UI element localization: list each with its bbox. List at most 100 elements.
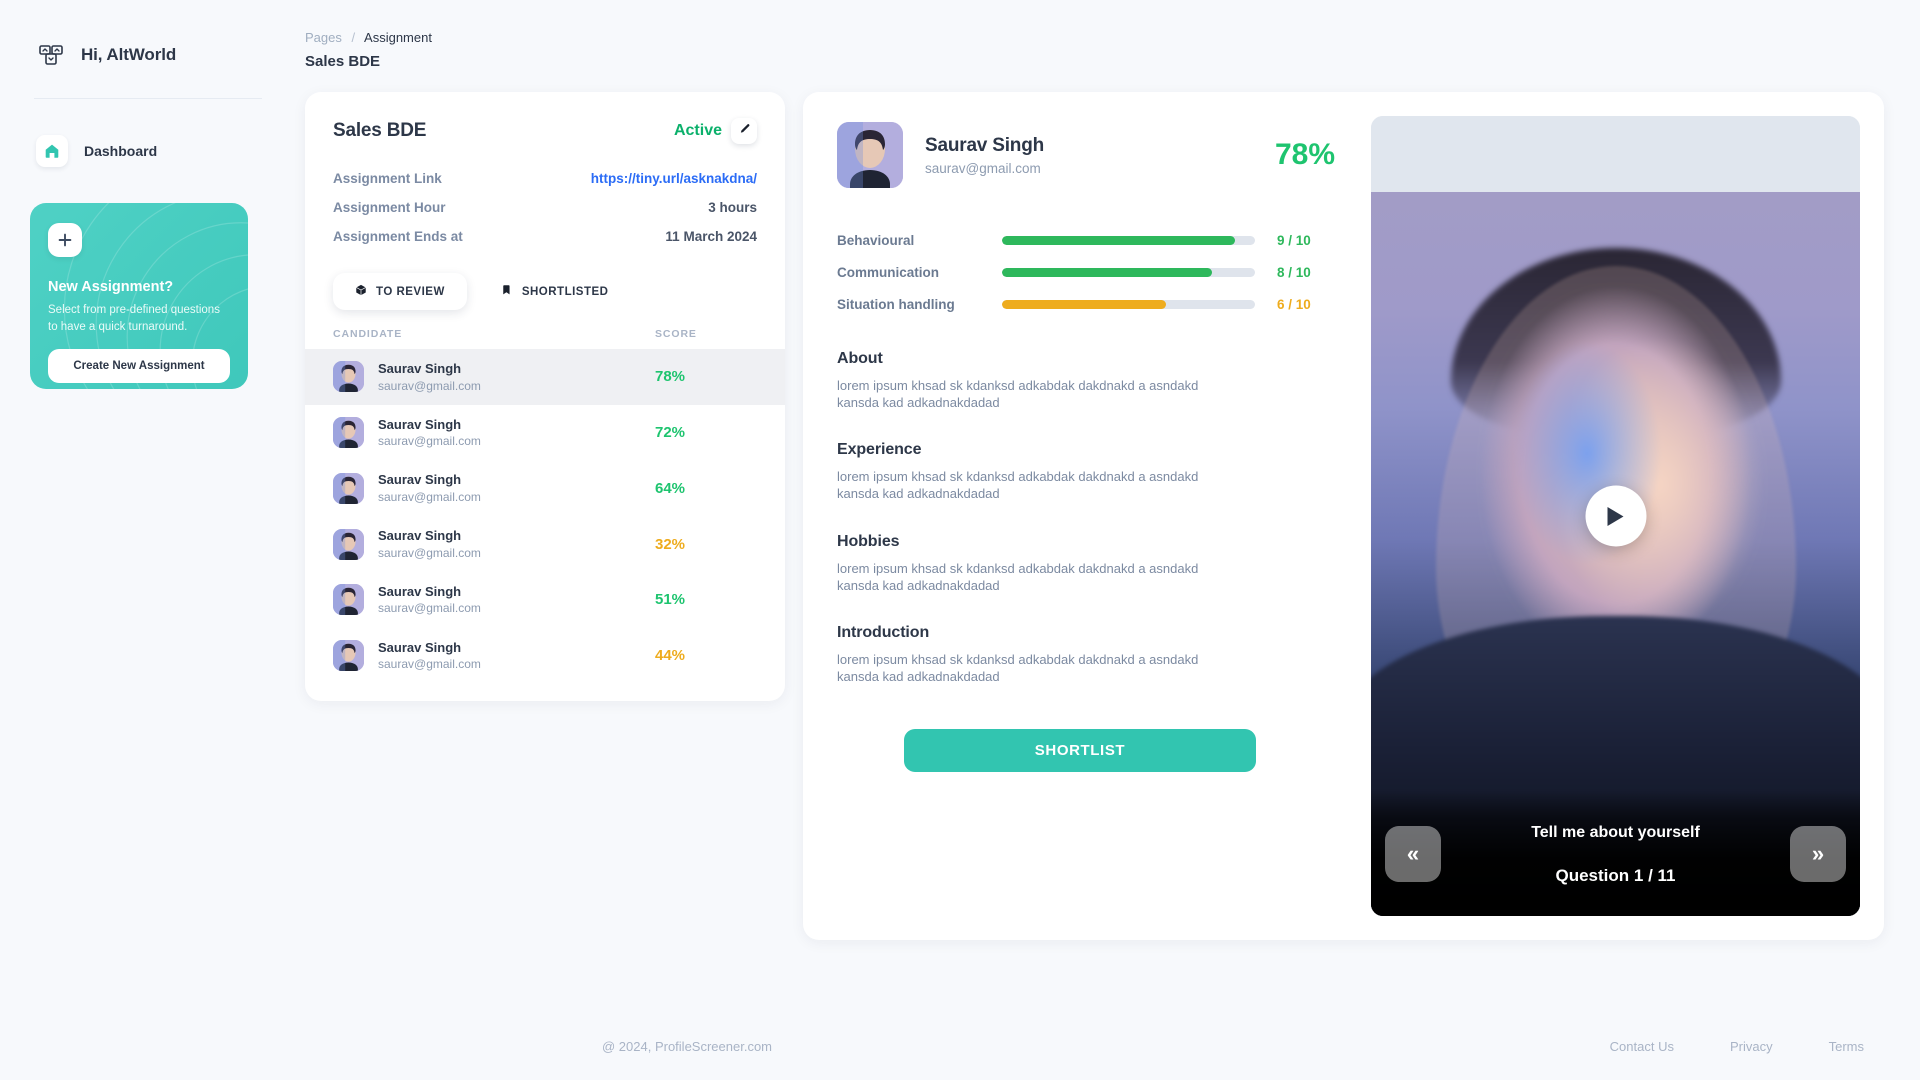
section-body: lorem ipsum khsad sk kdanksd adkabdak da… (837, 651, 1199, 685)
skill-row: Behavioural 9 / 10 (837, 224, 1347, 256)
sidebar: Hi, AltWorld Dashboard New Assignment? S… (0, 0, 296, 1080)
column-header-score: SCORE (655, 328, 697, 340)
candidate-score: 32% (655, 535, 686, 553)
app-grid-icon (36, 40, 66, 70)
section-body: lorem ipsum khsad sk kdanksd adkabdak da… (837, 560, 1199, 593)
candidate-info: Saurav Singh saurav@gmail.com (378, 639, 647, 673)
candidate-email: saurav@gmail.com (378, 601, 481, 616)
new-assignment-promo-card: New Assignment? Select from pre-defined … (30, 203, 248, 389)
avatar (333, 472, 364, 504)
candidate-list-header: CANDIDATE SCORE (305, 310, 785, 349)
candidate-name: Saurav Singh (378, 528, 462, 544)
candidate-info: Saurav Singh saurav@gmail.com (378, 416, 647, 450)
candidate-tabs: TO REVIEW SHORTLISTED (305, 251, 785, 310)
candidate-score: 44% (655, 647, 686, 665)
content-columns: Sales BDE Active Assignment Link https:/… (305, 92, 1884, 940)
avatar (837, 122, 903, 188)
candidate-email: saurav@gmail.com (378, 490, 481, 505)
skill-label: Communication (837, 264, 940, 280)
candidate-name: Saurav Singh (378, 416, 462, 432)
candidate-info: Saurav Singh saurav@gmail.com (378, 360, 647, 394)
tab-shortlisted[interactable]: SHORTLISTED (479, 273, 631, 310)
candidate-score: 51% (655, 591, 686, 609)
skill-ratings: Behavioural 9 / 10 Communication 8 / 10 Situ… (837, 224, 1347, 320)
play-icon[interactable] (1585, 485, 1646, 547)
candidate-name: Saurav Singh (378, 583, 462, 599)
interview-video-player[interactable]: Tell me about yourself Question 1 / 11 «… (1371, 116, 1860, 916)
avatar (333, 640, 364, 672)
skill-row: Communication 8 / 10 (837, 256, 1347, 288)
skill-value: 6 / 10 (1277, 296, 1311, 312)
candidate-name: Saurav Singh (925, 134, 1045, 156)
meta-label: Assignment Hour (333, 200, 446, 215)
sidebar-item-label: Dashboard (84, 143, 158, 159)
section-title: Introduction (837, 623, 930, 641)
table-row[interactable]: Saurav Singh saurav@gmail.com 32% (305, 516, 785, 572)
table-row[interactable]: Saurav Singh saurav@gmail.com 78% (305, 349, 785, 405)
candidate-email: saurav@gmail.com (378, 378, 481, 393)
home-icon (36, 135, 68, 167)
tab-to-review[interactable]: TO REVIEW (333, 273, 467, 310)
skill-value: 9 / 10 (1277, 232, 1311, 248)
page-footer: @ 2024, ProfileScreener.com Contact Us Pr… (602, 1039, 1884, 1054)
table-row[interactable]: Saurav Singh saurav@gmail.com 51% (305, 572, 785, 628)
meta-label: Assignment Link (333, 171, 442, 186)
candidate-email: saurav@gmail.com (925, 160, 1041, 176)
brand: Hi, AltWorld (30, 34, 266, 70)
bookmark-icon (501, 284, 513, 299)
assignment-meta-row: Assignment Ends at 11 March 2024 (333, 222, 757, 251)
assignment-meta-row: Assignment Hour 3 hours (333, 193, 757, 222)
candidate-list: Saurav Singh saurav@gmail.com 78% Saurav Si… (305, 349, 785, 683)
section-title: Experience (837, 441, 922, 459)
candidate-info: Saurav Singh saurav@gmail.com (378, 471, 647, 505)
status-badge: Active (673, 122, 722, 139)
breadcrumb-pages[interactable]: Pages (305, 30, 342, 45)
tab-label: TO REVIEW (376, 285, 445, 298)
shortlist-button[interactable]: SHORTLIST (904, 729, 1256, 773)
candidate-info: Saurav Singh saurav@gmail.com (378, 527, 647, 561)
assignment-card-header: Sales BDE Active (305, 118, 785, 144)
candidate-profile-header: Saurav Singh saurav@gmail.com 78% (837, 122, 1347, 188)
chevron-double-right-icon[interactable]: » (1790, 826, 1846, 882)
app-root: Hi, AltWorld Dashboard New Assignment? S… (0, 0, 1920, 1080)
footer-link[interactable]: Terms (1829, 1039, 1864, 1054)
column-header-candidate: CANDIDATE (333, 328, 403, 340)
assignment-card: Sales BDE Active Assignment Link https:/… (305, 92, 785, 702)
detail-section: Introduction lorem ipsum khsad sk kdanksd… (837, 624, 1347, 685)
table-row[interactable]: Saurav Singh saurav@gmail.com 44% (305, 628, 785, 684)
assignment-meta-list: Assignment Link https://tiny.url/asknakd… (305, 164, 785, 251)
brand-title: Hi, AltWorld (81, 45, 177, 64)
candidate-detail-left: Saurav Singh saurav@gmail.com 78% Behavi… (827, 116, 1347, 916)
sidebar-divider (34, 98, 262, 99)
tab-label: SHORTLISTED (521, 285, 609, 298)
skill-progress-fill (1002, 235, 1235, 245)
footer-link[interactable]: Privacy (1730, 1039, 1773, 1054)
edit-assignment-button[interactable] (731, 118, 757, 144)
footer-link[interactable]: Contact Us (1610, 1039, 1674, 1054)
skill-progress-fill (1002, 267, 1212, 277)
table-row[interactable]: Saurav Singh saurav@gmail.com 72% (305, 405, 785, 461)
candidate-score: 64% (655, 479, 686, 497)
skill-progress-bar (1002, 235, 1255, 245)
candidate-email: saurav@gmail.com (378, 545, 481, 560)
assignment-name: Sales BDE (333, 120, 427, 141)
skill-label: Situation handling (837, 296, 955, 312)
candidate-sections: About lorem ipsum khsad sk kdanksd adkabd… (837, 350, 1347, 685)
skill-progress-bar (1002, 299, 1255, 309)
candidate-name: Saurav Singh (378, 639, 462, 655)
chevron-double-left-icon[interactable]: « (1385, 826, 1441, 882)
assignment-link-value[interactable]: https://tiny.url/asknakdna/ (591, 171, 757, 186)
sidebar-item-dashboard[interactable]: Dashboard (30, 127, 266, 175)
section-body: lorem ipsum khsad sk kdanksd adkabdak da… (837, 378, 1199, 411)
create-new-assignment-button[interactable]: Create New Assignment (48, 349, 230, 384)
video-question-counter: Question 1 / 11 (1555, 866, 1676, 885)
candidate-score: 72% (655, 424, 686, 442)
skill-label: Behavioural (837, 232, 915, 248)
skill-row: Situation handling 6 / 10 (837, 288, 1347, 320)
meta-label: Assignment Ends at (333, 229, 463, 244)
detail-section: Experience lorem ipsum khsad sk kdanksd a… (837, 441, 1347, 502)
avatar (333, 528, 364, 560)
table-row[interactable]: Saurav Singh saurav@gmail.com 64% (305, 460, 785, 516)
assignment-status-group: Active (674, 118, 757, 144)
cube-icon (355, 284, 367, 299)
